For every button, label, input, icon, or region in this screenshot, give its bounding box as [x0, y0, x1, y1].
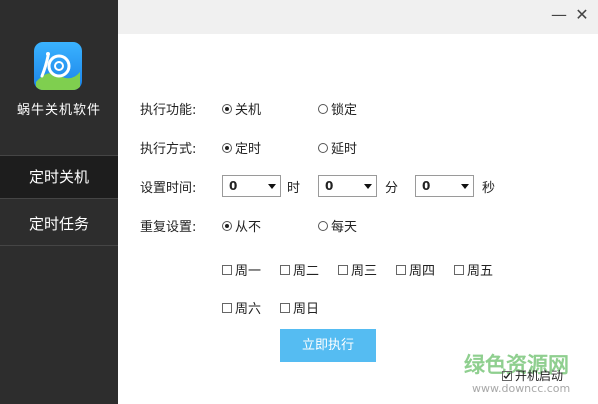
second-value: 0	[422, 179, 431, 193]
hour-unit: 时	[287, 181, 301, 196]
title-bar: — ✕	[118, 0, 598, 34]
checkbox-label: 周四	[409, 264, 436, 279]
checkbox-sunday[interactable]: 周日	[280, 298, 319, 317]
checkbox-icon	[454, 264, 464, 275]
checkbox-icon	[222, 302, 232, 313]
radio-daily[interactable]: 每天	[318, 216, 357, 235]
checkbox-label: 周三	[351, 264, 378, 279]
checkbox-monday[interactable]: 周一	[222, 260, 261, 279]
radio-lock[interactable]: 锁定	[318, 99, 357, 118]
app-title: 蜗牛关机软件	[16, 103, 101, 118]
checkbox-icon	[338, 264, 348, 275]
dropdown-arrow-icon	[461, 183, 469, 189]
radio-label: 每天	[331, 220, 358, 235]
mode-label: 执行方式:	[140, 142, 197, 157]
radio-shutdown[interactable]: 关机	[222, 99, 261, 118]
checkbox-checked-icon	[502, 370, 512, 381]
sidebar: 蜗牛关机软件 定时关机 定时任务	[0, 0, 118, 404]
checkbox-wednesday[interactable]: 周三	[338, 260, 377, 279]
close-button[interactable]: ✕	[571, 4, 593, 26]
radio-dot-icon	[318, 142, 328, 153]
radio-dot-icon	[222, 142, 232, 153]
checkbox-label: 周五	[467, 264, 494, 279]
second-unit: 秒	[482, 181, 496, 196]
checkbox-label: 周二	[293, 264, 320, 279]
checkbox-friday[interactable]: 周五	[454, 260, 493, 279]
sidebar-divider	[0, 198, 118, 199]
checkbox-tuesday[interactable]: 周二	[280, 260, 319, 279]
hour-select[interactable]: 0	[222, 175, 281, 197]
function-label: 执行功能:	[140, 103, 197, 118]
minimize-button[interactable]: —	[548, 4, 570, 26]
checkbox-label: 周一	[235, 264, 262, 279]
app-logo-icon	[34, 42, 82, 90]
radio-dot-icon	[222, 103, 232, 114]
sidebar-item-tasks[interactable]: 定时任务	[0, 203, 118, 245]
minute-value: 0	[325, 179, 334, 193]
minute-select[interactable]: 0	[318, 175, 377, 197]
checkbox-icon	[396, 264, 406, 275]
radio-label: 定时	[235, 142, 262, 157]
autostart-checkbox[interactable]: 开机启动	[502, 367, 563, 384]
checkbox-thursday[interactable]: 周四	[396, 260, 435, 279]
checkbox-label: 周六	[235, 302, 262, 317]
repeat-label: 重复设置:	[140, 220, 197, 235]
sidebar-divider	[0, 245, 118, 246]
radio-dot-icon	[222, 220, 232, 231]
checkbox-icon	[280, 264, 290, 275]
checkbox-saturday[interactable]: 周六	[222, 298, 261, 317]
autostart-label: 开机启动	[515, 369, 564, 383]
radio-label: 延时	[331, 142, 358, 157]
run-now-button[interactable]: 立即执行	[280, 329, 376, 362]
hour-value: 0	[229, 179, 238, 193]
checkbox-icon	[280, 302, 290, 313]
radio-never[interactable]: 从不	[222, 216, 261, 235]
radio-scheduled[interactable]: 定时	[222, 138, 261, 157]
second-select[interactable]: 0	[415, 175, 474, 197]
radio-delay[interactable]: 延时	[318, 138, 357, 157]
sidebar-item-shutdown[interactable]: 定时关机	[0, 156, 118, 198]
dropdown-arrow-icon	[268, 183, 276, 189]
checkbox-icon	[222, 264, 232, 275]
minute-unit: 分	[385, 181, 399, 196]
time-label: 设置时间:	[140, 181, 197, 196]
radio-dot-icon	[318, 103, 328, 114]
radio-label: 关机	[235, 103, 262, 118]
checkbox-label: 周日	[293, 302, 320, 317]
dropdown-arrow-icon	[364, 183, 372, 189]
radio-label: 从不	[235, 220, 262, 235]
radio-dot-icon	[318, 220, 328, 231]
radio-label: 锁定	[331, 103, 358, 118]
